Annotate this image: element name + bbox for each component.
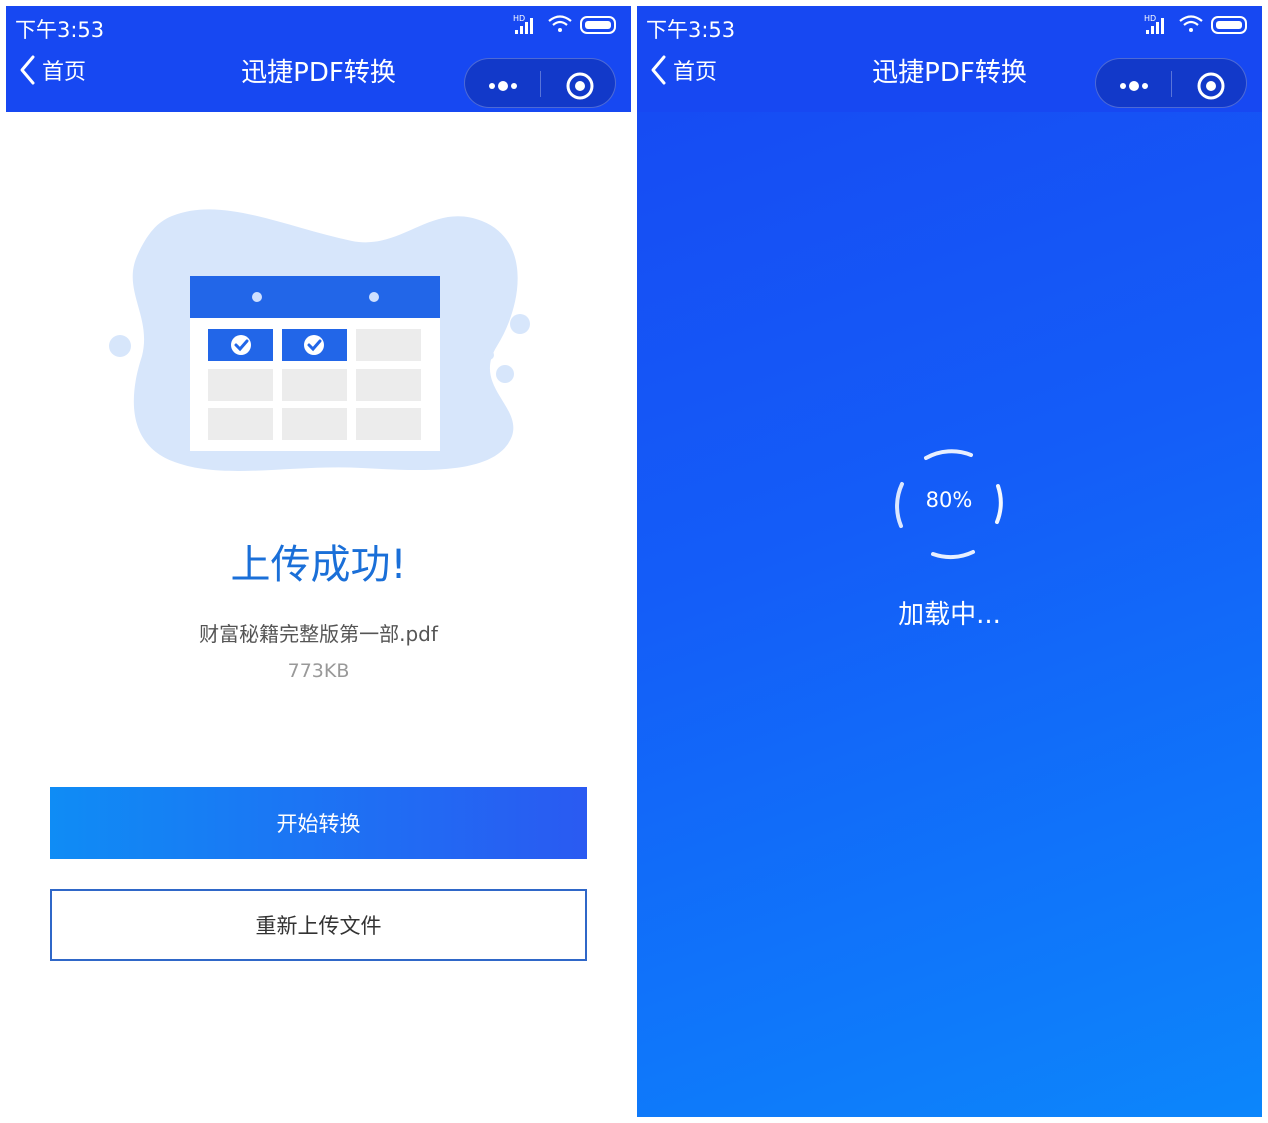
status-time: 下午3:53 [646,18,736,42]
status-icons: HD [513,14,616,34]
hd-label: HD [1144,14,1156,23]
check-circle-icon [304,335,324,355]
bubble-right-small [484,350,494,360]
file-size: 773KB [287,660,350,682]
empty-cell [356,408,421,440]
close-button[interactable] [541,59,616,109]
more-button[interactable] [1096,59,1171,109]
mini-program-capsule [1095,58,1247,108]
target-circle-icon [1197,72,1225,100]
wifi-icon [1179,15,1203,32]
empty-cell [282,408,347,440]
empty-cell [356,369,421,401]
start-convert-button[interactable]: 开始转换 [50,787,587,859]
file-name: 财富秘籍完整版第一部.pdf [199,622,438,646]
close-button[interactable] [1172,59,1247,109]
spinner-arc [931,550,975,560]
more-dots-icon [489,81,517,91]
success-title: 上传成功! [230,542,407,588]
wifi-icon [548,15,572,32]
doc-header-dot [252,292,262,302]
empty-cell [208,408,273,440]
top-bar: 下午3:53 HD 首页 迅捷PDF转换 [637,6,1262,112]
hd-label: HD [513,14,525,23]
loading-percent: 80% [925,488,973,512]
spinner-arc [924,449,973,460]
upload-success-screen: 下午3:53 HD 首页 迅捷PDF转换 上传成功! 财富秘籍完整版第一部.pd… [6,6,631,1117]
more-button[interactable] [465,59,540,109]
battery-icon [1211,16,1247,34]
target-circle-icon [566,72,594,100]
more-dots-icon [1120,81,1148,91]
mini-program-capsule [464,58,616,108]
doc-header [190,276,440,318]
status-icons: HD [1144,14,1247,34]
bubble-left [109,335,131,357]
top-bar: 下午3:53 HD 首页 迅捷PDF转换 [6,6,631,112]
bubble-right-mid [496,365,514,383]
bubble-right-large [510,314,530,334]
check-circle-icon [231,335,251,355]
doc-header-dot [369,292,379,302]
loading-label: 加载中... [898,600,1001,630]
empty-cell [356,329,421,361]
battery-icon [580,16,616,34]
empty-cell [282,369,347,401]
status-time: 下午3:53 [15,18,105,42]
reupload-button[interactable]: 重新上传文件 [50,889,587,961]
loading-screen: 下午3:53 HD 首页 迅捷PDF转换 80% 加载中... [637,6,1262,1117]
upload-illustration [109,209,530,471]
empty-cell [208,369,273,401]
